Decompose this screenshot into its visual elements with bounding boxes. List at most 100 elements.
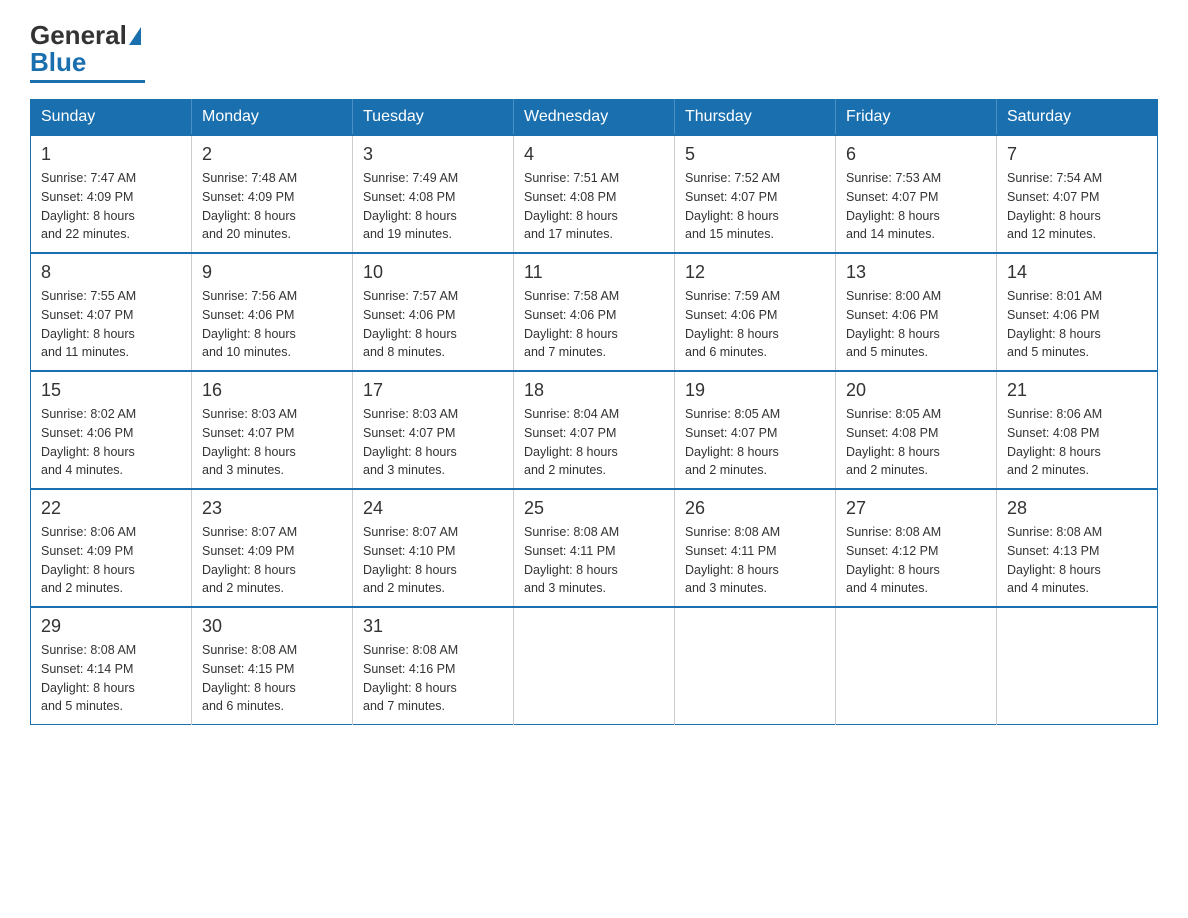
day-number: 28 — [1007, 498, 1147, 519]
calendar-cell: 20 Sunrise: 8:05 AM Sunset: 4:08 PM Dayl… — [836, 371, 997, 489]
day-info: Sunrise: 7:55 AM Sunset: 4:07 PM Dayligh… — [41, 287, 181, 362]
calendar-week-4: 22 Sunrise: 8:06 AM Sunset: 4:09 PM Dayl… — [31, 489, 1158, 607]
calendar-cell: 27 Sunrise: 8:08 AM Sunset: 4:12 PM Dayl… — [836, 489, 997, 607]
calendar-cell: 30 Sunrise: 8:08 AM Sunset: 4:15 PM Dayl… — [192, 607, 353, 725]
day-number: 10 — [363, 262, 503, 283]
calendar-cell: 14 Sunrise: 8:01 AM Sunset: 4:06 PM Dayl… — [997, 253, 1158, 371]
calendar-cell: 31 Sunrise: 8:08 AM Sunset: 4:16 PM Dayl… — [353, 607, 514, 725]
calendar-header-row: SundayMondayTuesdayWednesdayThursdayFrid… — [31, 100, 1158, 136]
logo-chevron-icon — [129, 27, 141, 45]
day-number: 7 — [1007, 144, 1147, 165]
day-number: 12 — [685, 262, 825, 283]
day-info: Sunrise: 7:48 AM Sunset: 4:09 PM Dayligh… — [202, 169, 342, 244]
day-info: Sunrise: 7:51 AM Sunset: 4:08 PM Dayligh… — [524, 169, 664, 244]
day-number: 31 — [363, 616, 503, 637]
day-info: Sunrise: 7:58 AM Sunset: 4:06 PM Dayligh… — [524, 287, 664, 362]
day-header-tuesday: Tuesday — [353, 100, 514, 136]
day-info: Sunrise: 8:08 AM Sunset: 4:11 PM Dayligh… — [524, 523, 664, 598]
calendar-cell: 9 Sunrise: 7:56 AM Sunset: 4:06 PM Dayli… — [192, 253, 353, 371]
day-info: Sunrise: 8:08 AM Sunset: 4:15 PM Dayligh… — [202, 641, 342, 716]
logo-underline-bar — [30, 80, 145, 83]
day-number: 17 — [363, 380, 503, 401]
day-info: Sunrise: 7:49 AM Sunset: 4:08 PM Dayligh… — [363, 169, 503, 244]
calendar-cell: 12 Sunrise: 7:59 AM Sunset: 4:06 PM Dayl… — [675, 253, 836, 371]
calendar-cell: 26 Sunrise: 8:08 AM Sunset: 4:11 PM Dayl… — [675, 489, 836, 607]
day-number: 3 — [363, 144, 503, 165]
day-info: Sunrise: 8:06 AM Sunset: 4:09 PM Dayligh… — [41, 523, 181, 598]
page-header: General Blue — [30, 20, 1158, 83]
day-number: 13 — [846, 262, 986, 283]
calendar-cell: 21 Sunrise: 8:06 AM Sunset: 4:08 PM Dayl… — [997, 371, 1158, 489]
day-header-monday: Monday — [192, 100, 353, 136]
calendar-cell: 16 Sunrise: 8:03 AM Sunset: 4:07 PM Dayl… — [192, 371, 353, 489]
calendar-cell: 22 Sunrise: 8:06 AM Sunset: 4:09 PM Dayl… — [31, 489, 192, 607]
day-number: 29 — [41, 616, 181, 637]
day-info: Sunrise: 8:01 AM Sunset: 4:06 PM Dayligh… — [1007, 287, 1147, 362]
day-info: Sunrise: 7:53 AM Sunset: 4:07 PM Dayligh… — [846, 169, 986, 244]
day-info: Sunrise: 7:47 AM Sunset: 4:09 PM Dayligh… — [41, 169, 181, 244]
day-info: Sunrise: 8:02 AM Sunset: 4:06 PM Dayligh… — [41, 405, 181, 480]
day-header-friday: Friday — [836, 100, 997, 136]
day-info: Sunrise: 8:00 AM Sunset: 4:06 PM Dayligh… — [846, 287, 986, 362]
day-number: 27 — [846, 498, 986, 519]
calendar-cell: 3 Sunrise: 7:49 AM Sunset: 4:08 PM Dayli… — [353, 135, 514, 253]
day-info: Sunrise: 8:08 AM Sunset: 4:14 PM Dayligh… — [41, 641, 181, 716]
day-number: 14 — [1007, 262, 1147, 283]
calendar-cell: 7 Sunrise: 7:54 AM Sunset: 4:07 PM Dayli… — [997, 135, 1158, 253]
calendar-cell — [514, 607, 675, 725]
calendar-cell — [836, 607, 997, 725]
calendar-cell: 19 Sunrise: 8:05 AM Sunset: 4:07 PM Dayl… — [675, 371, 836, 489]
day-header-saturday: Saturday — [997, 100, 1158, 136]
day-number: 30 — [202, 616, 342, 637]
calendar-cell: 1 Sunrise: 7:47 AM Sunset: 4:09 PM Dayli… — [31, 135, 192, 253]
calendar-cell: 29 Sunrise: 8:08 AM Sunset: 4:14 PM Dayl… — [31, 607, 192, 725]
calendar-cell: 2 Sunrise: 7:48 AM Sunset: 4:09 PM Dayli… — [192, 135, 353, 253]
day-info: Sunrise: 8:08 AM Sunset: 4:11 PM Dayligh… — [685, 523, 825, 598]
calendar-cell: 5 Sunrise: 7:52 AM Sunset: 4:07 PM Dayli… — [675, 135, 836, 253]
calendar-cell: 23 Sunrise: 8:07 AM Sunset: 4:09 PM Dayl… — [192, 489, 353, 607]
calendar-week-2: 8 Sunrise: 7:55 AM Sunset: 4:07 PM Dayli… — [31, 253, 1158, 371]
day-number: 19 — [685, 380, 825, 401]
day-info: Sunrise: 8:05 AM Sunset: 4:08 PM Dayligh… — [846, 405, 986, 480]
day-info: Sunrise: 8:07 AM Sunset: 4:09 PM Dayligh… — [202, 523, 342, 598]
calendar-week-3: 15 Sunrise: 8:02 AM Sunset: 4:06 PM Dayl… — [31, 371, 1158, 489]
day-number: 9 — [202, 262, 342, 283]
calendar-cell: 6 Sunrise: 7:53 AM Sunset: 4:07 PM Dayli… — [836, 135, 997, 253]
day-number: 20 — [846, 380, 986, 401]
logo: General Blue — [30, 20, 145, 83]
day-info: Sunrise: 8:04 AM Sunset: 4:07 PM Dayligh… — [524, 405, 664, 480]
calendar-cell: 10 Sunrise: 7:57 AM Sunset: 4:06 PM Dayl… — [353, 253, 514, 371]
calendar-cell: 17 Sunrise: 8:03 AM Sunset: 4:07 PM Dayl… — [353, 371, 514, 489]
day-number: 11 — [524, 262, 664, 283]
day-number: 1 — [41, 144, 181, 165]
day-info: Sunrise: 8:03 AM Sunset: 4:07 PM Dayligh… — [363, 405, 503, 480]
day-header-sunday: Sunday — [31, 100, 192, 136]
day-number: 4 — [524, 144, 664, 165]
calendar-cell — [675, 607, 836, 725]
day-info: Sunrise: 8:03 AM Sunset: 4:07 PM Dayligh… — [202, 405, 342, 480]
calendar-cell: 18 Sunrise: 8:04 AM Sunset: 4:07 PM Dayl… — [514, 371, 675, 489]
day-info: Sunrise: 8:08 AM Sunset: 4:16 PM Dayligh… — [363, 641, 503, 716]
day-number: 24 — [363, 498, 503, 519]
day-header-wednesday: Wednesday — [514, 100, 675, 136]
day-header-thursday: Thursday — [675, 100, 836, 136]
calendar-cell: 28 Sunrise: 8:08 AM Sunset: 4:13 PM Dayl… — [997, 489, 1158, 607]
logo-blue-word: Blue — [30, 47, 86, 78]
day-number: 5 — [685, 144, 825, 165]
day-number: 6 — [846, 144, 986, 165]
day-number: 22 — [41, 498, 181, 519]
day-number: 18 — [524, 380, 664, 401]
day-number: 15 — [41, 380, 181, 401]
day-number: 25 — [524, 498, 664, 519]
calendar-cell: 11 Sunrise: 7:58 AM Sunset: 4:06 PM Dayl… — [514, 253, 675, 371]
day-info: Sunrise: 8:07 AM Sunset: 4:10 PM Dayligh… — [363, 523, 503, 598]
day-number: 21 — [1007, 380, 1147, 401]
day-number: 26 — [685, 498, 825, 519]
day-info: Sunrise: 7:56 AM Sunset: 4:06 PM Dayligh… — [202, 287, 342, 362]
calendar-cell: 8 Sunrise: 7:55 AM Sunset: 4:07 PM Dayli… — [31, 253, 192, 371]
day-info: Sunrise: 7:54 AM Sunset: 4:07 PM Dayligh… — [1007, 169, 1147, 244]
day-info: Sunrise: 7:59 AM Sunset: 4:06 PM Dayligh… — [685, 287, 825, 362]
day-number: 8 — [41, 262, 181, 283]
calendar-table: SundayMondayTuesdayWednesdayThursdayFrid… — [30, 99, 1158, 725]
day-info: Sunrise: 7:57 AM Sunset: 4:06 PM Dayligh… — [363, 287, 503, 362]
